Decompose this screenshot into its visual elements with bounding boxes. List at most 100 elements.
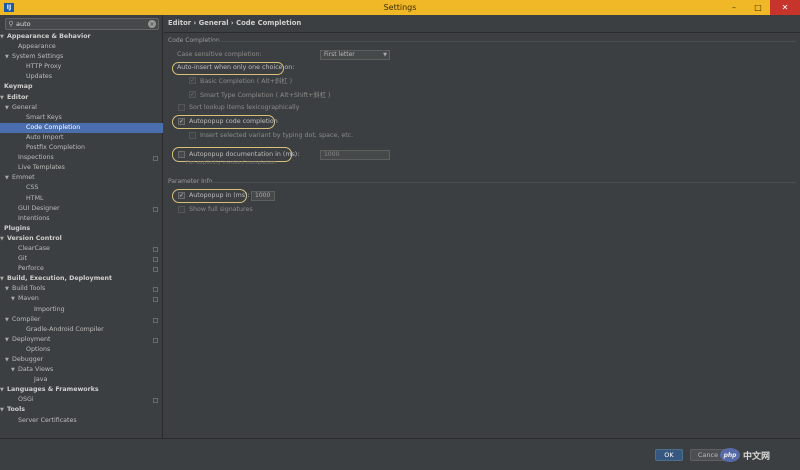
- expand-arrow-icon[interactable]: ▼: [0, 385, 7, 395]
- sidebar-item-label: Keymap: [4, 83, 33, 91]
- search-box[interactable]: ⚲ ×: [5, 18, 159, 30]
- minimize-icon[interactable]: –: [722, 0, 746, 15]
- autopopup-doc-checkbox[interactable]: Autopopup documentation in (ms):: [178, 151, 299, 158]
- expand-arrow-icon[interactable]: ▼: [0, 93, 7, 103]
- project-scope-icon: [153, 287, 158, 293]
- search-input[interactable]: [16, 19, 148, 29]
- app-icon: IJ: [4, 3, 14, 12]
- sidebar-item-label: Intentions: [18, 214, 50, 222]
- sidebar-item-appearance-behavior[interactable]: ▼ Appearance & Behavior: [0, 32, 163, 42]
- sidebar-item-debugger[interactable]: ▼ Debugger: [0, 355, 163, 365]
- sidebar-item-osgi[interactable]: OSGi: [0, 395, 163, 405]
- expand-arrow-icon[interactable]: ▼: [11, 365, 18, 375]
- checkbox-icon: [178, 104, 185, 111]
- parameter-autopopup-delay-field[interactable]: 1000: [251, 191, 275, 201]
- sidebar-item-live-templates[interactable]: Live Templates: [0, 163, 163, 173]
- sidebar-item-data-views[interactable]: ▼ Data Views: [0, 365, 163, 375]
- sidebar-item-label: Postfix Completion: [26, 144, 85, 152]
- case-sensitive-dropdown[interactable]: First letter ▼: [320, 50, 390, 60]
- sidebar-item-git[interactable]: Git: [0, 254, 163, 264]
- sidebar-item-version-control[interactable]: ▼ Version Control: [0, 234, 163, 244]
- expand-arrow-icon[interactable]: ▼: [5, 315, 12, 325]
- checkbox-icon: [178, 151, 185, 158]
- sidebar-item-keymap[interactable]: Keymap: [0, 82, 163, 92]
- sidebar-item-intentions[interactable]: Intentions: [0, 214, 163, 224]
- autopopup-doc-label: Autopopup documentation in (ms):: [189, 151, 300, 158]
- ok-button[interactable]: OK: [655, 449, 683, 461]
- expand-arrow-icon[interactable]: ▼: [11, 294, 18, 304]
- sidebar-item-label: Server Certificates: [18, 416, 77, 424]
- sidebar-item-importing[interactable]: Importing: [0, 305, 163, 315]
- sidebar-item-editor[interactable]: ▼ Editor: [0, 93, 163, 103]
- expand-arrow-icon[interactable]: ▼: [5, 173, 12, 183]
- section-title-parameter-info: Parameter Info: [168, 178, 213, 185]
- sidebar-item-code-completion[interactable]: Code Completion: [0, 122, 163, 133]
- sidebar-item-label: Live Templates: [18, 164, 65, 172]
- sidebar-item-system-settings[interactable]: ▼ System Settings: [0, 52, 163, 62]
- autopopup-code-checkbox[interactable]: ✓ Autopopup code completion: [178, 118, 278, 125]
- expand-arrow-icon[interactable]: ▼: [0, 274, 7, 284]
- auto-insert-label: Auto-insert when only one choice on:: [177, 64, 295, 71]
- autopopup-doc-delay-field[interactable]: 1000: [320, 150, 390, 160]
- sidebar-item-label: Gradle-Android Compiler: [26, 325, 104, 333]
- insert-selected-checkbox[interactable]: Insert selected variant by typing dot, s…: [189, 132, 353, 139]
- expand-arrow-icon[interactable]: ▼: [0, 234, 7, 244]
- sidebar-item-label: Tools: [7, 406, 26, 414]
- show-full-signatures-checkbox[interactable]: Show full signatures: [178, 206, 253, 213]
- project-scope-icon: [153, 398, 158, 404]
- expand-arrow-icon[interactable]: ▼: [5, 284, 12, 294]
- sidebar-item-smart-keys[interactable]: Smart Keys: [0, 113, 163, 123]
- sidebar-item-auto-import[interactable]: Auto Import: [0, 133, 163, 143]
- sidebar-item-gradle-android-compiler[interactable]: Gradle-Android Compiler: [0, 325, 163, 335]
- sidebar-item-tools[interactable]: ▼ Tools: [0, 405, 163, 415]
- sidebar-item-label: Appearance: [18, 43, 56, 51]
- sidebar-item-perforce[interactable]: Perforce: [0, 264, 163, 274]
- sidebar-item-plugins[interactable]: Plugins: [0, 224, 163, 234]
- expand-arrow-icon[interactable]: ▼: [0, 32, 7, 42]
- sidebar-item-deployment[interactable]: ▼ Deployment: [0, 335, 163, 345]
- sidebar-item-maven[interactable]: ▼ Maven: [0, 294, 163, 304]
- sidebar-item-label: Plugins: [4, 224, 31, 232]
- expand-arrow-icon[interactable]: ▼: [5, 52, 12, 62]
- checkbox-icon: [189, 132, 196, 139]
- smart-type-completion-checkbox[interactable]: ✓ Smart Type Completion ( Alt+Shift+斜杠 ): [189, 90, 330, 99]
- sidebar-item-clearcase[interactable]: ClearCase: [0, 244, 163, 254]
- sidebar-item-build-execution-deployment[interactable]: ▼ Build, Execution, Deployment: [0, 274, 163, 284]
- sidebar-item-inspections[interactable]: Inspections: [0, 153, 163, 163]
- sidebar-item-html[interactable]: HTML: [0, 194, 163, 204]
- expand-arrow-icon[interactable]: ▼: [5, 355, 12, 365]
- sidebar-item-appearance[interactable]: Appearance: [0, 42, 163, 52]
- clear-search-icon[interactable]: ×: [148, 20, 156, 28]
- sidebar-item-general[interactable]: ▼ General: [0, 103, 163, 113]
- expand-arrow-icon[interactable]: ▼: [0, 405, 7, 415]
- sidebar-item-emmet[interactable]: ▼ Emmet: [0, 173, 163, 183]
- sidebar-item-label: Compiler: [12, 315, 41, 323]
- sort-lookup-checkbox[interactable]: Sort lookup items lexicographically: [178, 104, 299, 111]
- sidebar-item-label: System Settings: [12, 53, 64, 61]
- sidebar-item-languages-frameworks[interactable]: ▼ Languages & Frameworks: [0, 385, 163, 395]
- sidebar-item-compiler[interactable]: ▼ Compiler: [0, 315, 163, 325]
- parameter-autopopup-checkbox[interactable]: ✓ Autopopup in (ms):: [178, 192, 250, 199]
- sidebar-item-options[interactable]: Options: [0, 345, 163, 355]
- header-divider: [164, 32, 800, 33]
- sidebar-item-server-certificates[interactable]: Server Certificates: [0, 416, 163, 426]
- sidebar-item-postfix-completion[interactable]: Postfix Completion: [0, 143, 163, 153]
- close-icon[interactable]: ✕: [770, 0, 800, 15]
- sidebar-item-build-tools[interactable]: ▼ Build Tools: [0, 284, 163, 294]
- sidebar-item-updates[interactable]: Updates: [0, 72, 163, 82]
- sidebar-item-gui-designer[interactable]: GUI Designer: [0, 204, 163, 214]
- project-scope-icon: [153, 297, 158, 303]
- sidebar-item-label: Java: [34, 376, 48, 384]
- sidebar-item-css[interactable]: CSS: [0, 183, 163, 193]
- sidebar-item-label: Smart Keys: [26, 113, 62, 121]
- expand-arrow-icon[interactable]: ▼: [5, 335, 12, 345]
- sidebar-item-label: Data Views: [18, 366, 54, 374]
- sidebar-item-java[interactable]: Java: [0, 375, 163, 385]
- maximize-icon[interactable]: □: [746, 0, 770, 15]
- sidebar-item-http-proxy[interactable]: HTTP Proxy: [0, 62, 163, 72]
- case-sensitive-value: First letter: [324, 51, 355, 58]
- expand-arrow-icon[interactable]: ▼: [5, 103, 12, 113]
- sidebar-item-label: Git: [18, 255, 28, 263]
- basic-completion-checkbox[interactable]: ✓ Basic Completion ( Alt+斜杠 ): [189, 76, 292, 85]
- sidebar-item-label: GUI Designer: [18, 204, 60, 212]
